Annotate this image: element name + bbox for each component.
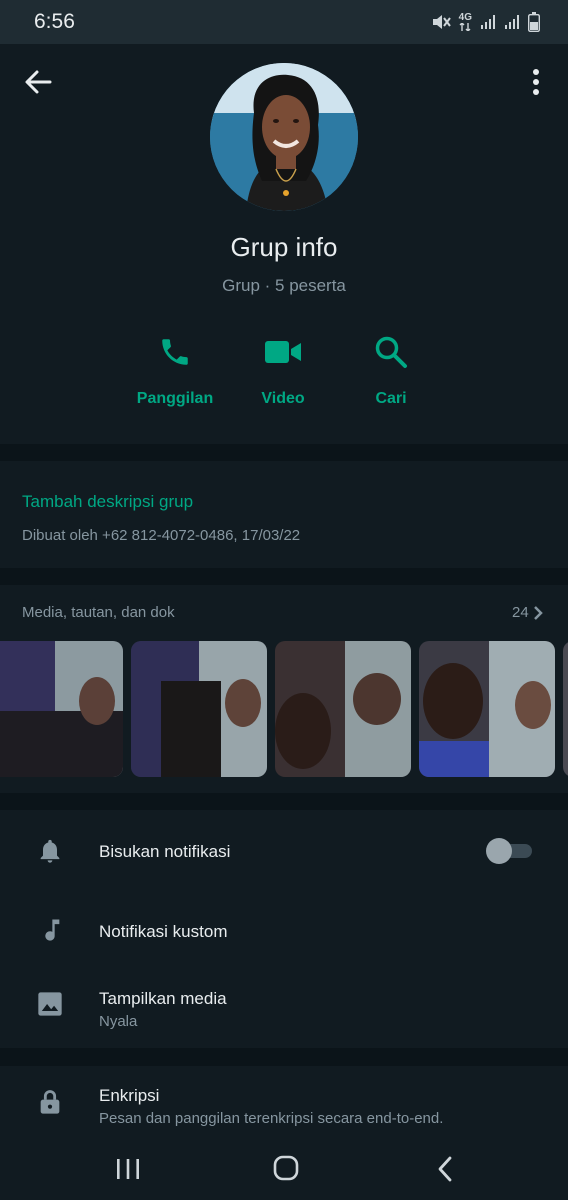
encryption-section[interactable]: Enkripsi Pesan dan panggilan terenkripsi… [0,1066,568,1136]
media-count: 24 [512,604,529,621]
media-visibility-row[interactable]: Tampilkan media Nyala [0,970,568,1048]
avatar-image [210,63,358,211]
group-title: Grup info [230,232,338,262]
video-icon [265,341,301,363]
encryption-subtitle: Pesan dan panggilan terenkripsi secara e… [99,1110,444,1127]
signal-icon [505,15,519,29]
group-avatar[interactable] [210,63,358,211]
recent-apps-icon[interactable] [108,1154,148,1184]
back-arrow-icon[interactable] [22,66,54,98]
custom-notifications-row[interactable]: Notifikasi kustom [0,892,568,970]
search-label: Cari [375,390,407,407]
media-count-link[interactable]: 24 [512,604,543,621]
media-label[interactable]: Media, tautan, dan dok [22,604,175,621]
media-thumbnail[interactable] [419,641,555,777]
encryption-label: Enkripsi [99,1086,160,1105]
signal-icon [481,15,495,29]
status-time: 6:56 [34,10,75,33]
group-subtitle: Grup · 5 peserta [222,276,346,295]
media-visibility-label: Tampilkan media [99,989,227,1008]
network-label: 4G [458,12,472,23]
bell-icon [40,839,60,863]
created-by-text: Dibuat oleh +62 812-4072-0486, 17/03/22 [22,527,301,544]
image-icon [38,992,62,1016]
mute-notifications-label: Bisukan notifikasi [99,842,231,861]
add-description-link[interactable]: Tambah deskripsi grup [22,492,193,512]
video-call-button[interactable]: Video [233,330,333,408]
phone-icon [162,339,188,365]
mute-notifications-row[interactable]: Bisukan notifikasi [0,810,568,892]
custom-notifications-label: Notifikasi kustom [99,922,228,941]
call-button[interactable]: Panggilan [125,330,225,408]
system-nav-bar [0,1136,568,1200]
lock-icon [40,1090,60,1114]
media-thumbnail[interactable] [131,641,267,777]
music-note-icon [45,919,60,941]
media-thumbnail[interactable] [563,641,568,777]
search-button[interactable]: Cari [341,330,441,408]
battery-icon [528,12,540,32]
network-4g-icon: 4G [459,13,472,31]
toggle-knob [486,838,512,864]
status-bar: 6:56 4G [0,0,568,44]
back-nav-icon[interactable] [426,1154,466,1184]
mute-icon [432,15,451,29]
media-thumbnail[interactable] [0,641,123,777]
description-section [0,461,568,568]
more-options-icon[interactable] [524,66,548,98]
media-visibility-value: Nyala [99,1013,138,1030]
mute-toggle[interactable] [486,838,532,864]
search-icon [375,336,407,368]
call-label: Panggilan [136,390,214,407]
chevron-right-icon [533,605,543,620]
status-icons: 4G [431,12,540,32]
media-thumbnail[interactable] [275,641,411,777]
home-icon[interactable] [266,1154,306,1184]
video-label: Video [261,390,305,407]
